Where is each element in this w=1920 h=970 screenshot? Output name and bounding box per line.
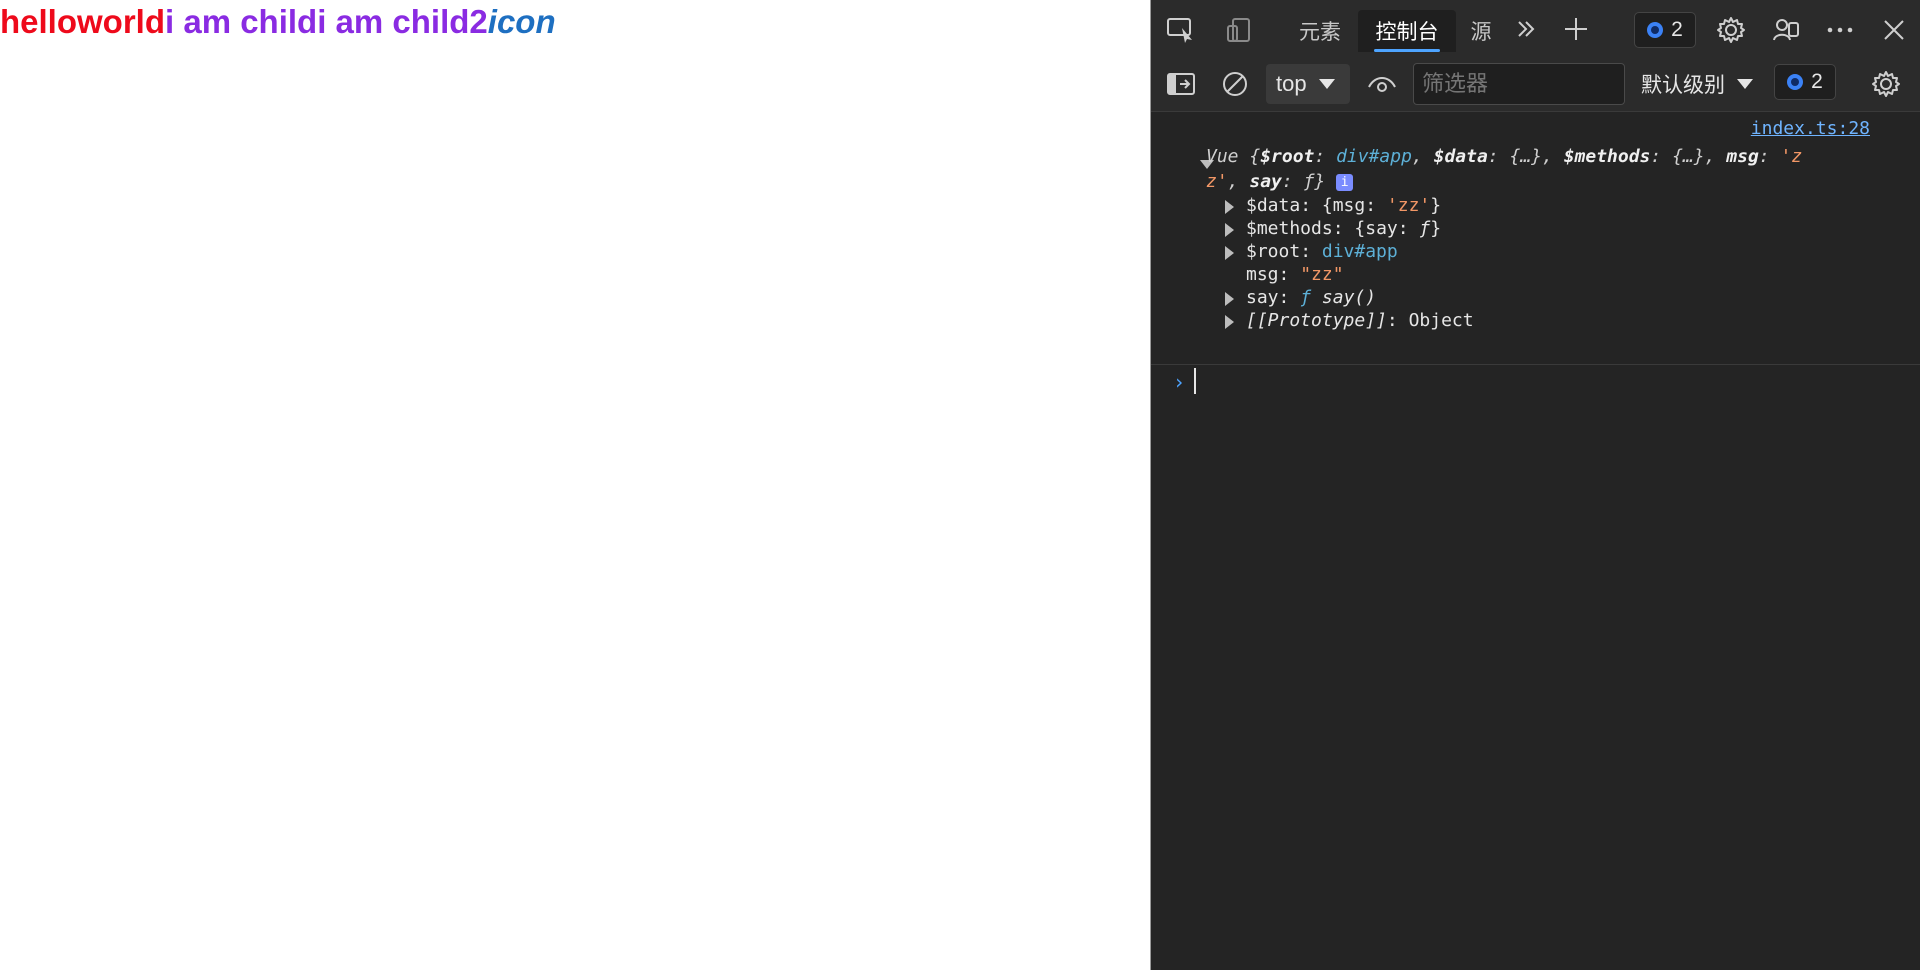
tab-sources[interactable]: 源 [1461,10,1501,52]
prop-row-prototype[interactable]: [[Prototype]]: Object [1246,307,1474,335]
devtools-panel: 元素 控制台 源 2 top 筛选器 默认级别 2 index.ts:28 Vu… [1151,0,1920,970]
page-content-line: helloworldi am childi am child2icon [0,2,556,42]
source-link[interactable]: index.ts:28 [1751,118,1870,139]
message-bubble-icon [1647,22,1664,38]
prop-value-call: say() [1321,287,1377,308]
close-devtools-icon[interactable] [1877,13,1911,47]
settings-gear-icon[interactable] [1714,13,1748,47]
web-page-viewport: helloworldi am childi am child2icon [0,0,1150,970]
devtools-main-toolbar: 元素 控制台 源 2 [1151,0,1920,58]
console-prompt-chevron-icon: › [1173,370,1186,394]
icon-text: icon [487,3,556,40]
clear-console-icon[interactable] [1219,68,1251,100]
prop-value-tag: div#app [1321,241,1398,262]
inspect-element-icon[interactable] [1165,14,1197,46]
filter-input[interactable] [1413,63,1625,105]
more-tabs-chevron-icon[interactable] [1511,14,1541,44]
prop-value-string: 'zz' [1386,195,1431,216]
tab-sources-label: 源 [1470,21,1492,44]
expand-triangle-icon[interactable] [1225,292,1234,306]
log-level-dropdown[interactable]: 默认级别 [1641,64,1753,104]
console-output: index.ts:28 Vue {$root: div#app, $data: … [1151,112,1920,970]
header-data-key: $data [1433,146,1488,167]
chevron-down-icon [1737,79,1753,89]
header-say-value: ƒ [1303,171,1315,192]
messages-badge-button[interactable]: 2 [1774,64,1836,100]
prop-value: {msg: [1321,195,1387,216]
header-methods-key: $methods [1563,146,1651,167]
context-select[interactable]: top [1266,64,1350,104]
expand-triangle-icon[interactable] [1225,315,1234,329]
more-options-icon[interactable] [1823,13,1857,47]
tab-elements-label: 元素 [1299,21,1341,44]
header-msg-key: msg [1726,146,1759,167]
header-root-value: div#app [1336,146,1412,167]
console-object-header[interactable]: Vue {$root: div#app, $data: {…}, $method… [1206,144,1856,194]
prop-key: msg [1246,264,1279,285]
log-level-value: 默认级别 [1641,74,1725,97]
child-text: i am child [165,3,318,40]
connected-devices-icon[interactable] [1769,13,1803,47]
child2-text: i am child2 [317,3,488,40]
helloworld-text: helloworld [0,3,165,40]
expand-triangle-icon[interactable] [1225,223,1234,237]
header-msg-value-part1: 'z [1780,146,1803,167]
console-settings-gear-icon[interactable] [1869,67,1903,101]
tab-elements[interactable]: 元素 [1285,10,1355,52]
console-input-cursor[interactable] [1194,368,1196,394]
object-suffix: } [1314,171,1326,192]
device-emulation-icon[interactable] [1223,14,1255,46]
tab-console[interactable]: 控制台 [1358,10,1456,52]
object-prefix: Vue { [1206,146,1261,167]
prop-key: [[Prototype]] [1246,310,1387,331]
header-root-key: $root [1260,146,1315,167]
prop-value-fn: ƒ [1419,218,1431,239]
message-bubble-icon [1787,74,1804,90]
header-msg-value-part2: z' [1206,171,1228,192]
prop-value-string: "zz" [1300,264,1344,285]
expand-triangle-icon[interactable] [1225,246,1234,260]
issues-badge-button[interactable]: 2 [1634,12,1696,48]
console-separator [1151,364,1920,365]
console-toolbar: top 默认级别 2 [1151,58,1920,112]
header-methods-value: {…} [1672,146,1705,167]
prop-value-end: } [1430,195,1442,216]
prop-key: $root [1246,241,1301,262]
expand-triangle-icon[interactable] [1225,200,1234,214]
toggle-sidebar-icon[interactable] [1165,68,1197,100]
prop-value: {say: [1354,218,1420,239]
header-data-value: {…} [1509,146,1542,167]
prop-value-fn: ƒ [1300,287,1312,308]
prop-value-end: } [1430,218,1442,239]
prop-key: $data [1246,195,1301,216]
issues-count: 2 [1671,18,1683,41]
live-expression-eye-icon[interactable] [1365,68,1399,100]
messages-count: 2 [1811,70,1823,93]
prop-key: say [1246,287,1279,308]
chevron-down-icon [1318,79,1335,89]
context-select-value: top [1276,71,1307,96]
tab-console-label: 控制台 [1375,21,1439,44]
prop-key: $methods [1246,218,1333,239]
header-say-key: say [1249,171,1282,192]
add-tab-plus-icon[interactable] [1559,12,1593,46]
prop-value: Object [1408,310,1474,331]
info-icon[interactable]: i [1336,173,1354,191]
